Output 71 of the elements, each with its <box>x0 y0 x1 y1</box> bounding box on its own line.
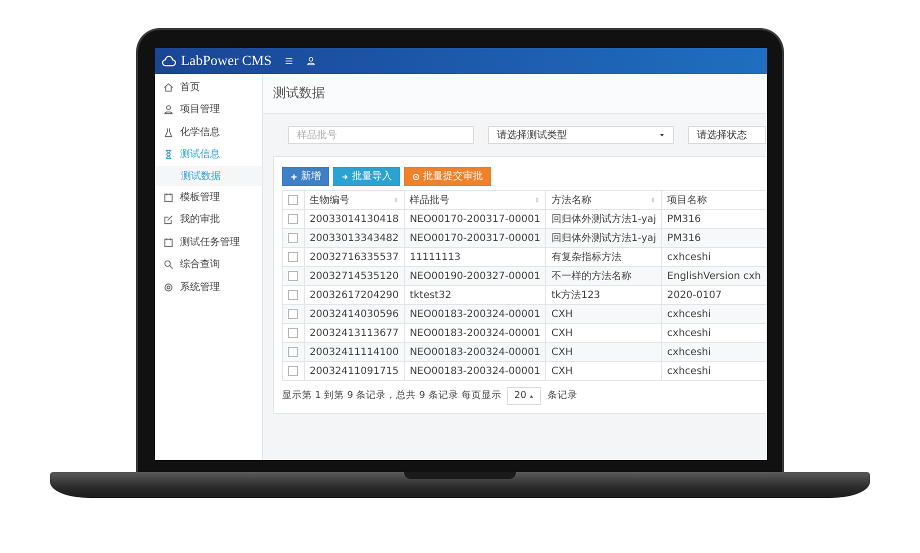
table-cell: 回归体外测试方法1-yaj <box>546 228 662 248</box>
page-title: 测试数据 <box>263 74 767 114</box>
hourglass-icon <box>163 149 174 160</box>
dropdown-field[interactable]: 请选择状态 <box>688 126 766 144</box>
sidebar-item[interactable]: 综合查询 <box>155 254 262 276</box>
page-size-dropdown[interactable]: 20 <box>507 387 542 405</box>
sidebar-item[interactable]: 测试任务管理 <box>155 231 262 254</box>
sidebar-item[interactable]: 首页 <box>155 76 262 98</box>
table-cell: NEO00183-200324-00001 <box>404 304 546 324</box>
user-icon <box>163 104 174 116</box>
toolbar-button[interactable]: 新增 <box>282 167 329 186</box>
menu-icon[interactable] <box>284 56 294 66</box>
table-cell: cxhceshi <box>662 342 766 362</box>
checkbox[interactable] <box>288 328 298 338</box>
checkbox[interactable] <box>288 252 298 262</box>
calendar-icon <box>163 192 174 203</box>
sidebar-item[interactable]: 模板管理 <box>155 186 262 208</box>
table-cell: 20032411091715 <box>304 362 404 380</box>
home-icon <box>163 82 174 93</box>
arrow-right-icon <box>341 172 349 180</box>
table-cell: 20032411114100 <box>304 342 404 362</box>
table-cell: NEO00170-200317-00001 <box>404 228 546 248</box>
table-cell: 20032414030596 <box>304 304 404 324</box>
checkbox[interactable] <box>288 290 298 300</box>
table-cell: NEO00183-200324-00001 <box>404 342 546 362</box>
table-cell: EnglishVersion cxh <box>662 266 766 286</box>
checkbox[interactable] <box>288 232 298 243</box>
column-header[interactable]: 生物编号 <box>304 190 404 210</box>
checkbox[interactable] <box>288 194 298 205</box>
table-cell: NEO00183-200324-00001 <box>404 362 546 380</box>
table-cell: cxhceshi <box>662 304 766 324</box>
table-cell: CXH <box>546 304 662 324</box>
brand-name[interactable]: LabPower CMS <box>181 50 272 72</box>
table-cell: CXH <box>546 342 662 362</box>
search-icon <box>163 259 174 270</box>
checkbox[interactable] <box>288 270 298 281</box>
calendar-icon <box>163 236 174 248</box>
plus-icon <box>290 172 298 180</box>
checkbox[interactable] <box>288 308 298 319</box>
sidebar-item[interactable]: 项目管理 <box>155 98 262 121</box>
flask-icon <box>163 126 174 138</box>
dropdown-field[interactable]: 请选择测试类型 <box>488 126 674 144</box>
sort-icon <box>392 196 399 204</box>
table-cell: NEO00190-200327-00001 <box>404 266 546 286</box>
checkbox[interactable] <box>288 214 298 224</box>
sidebar-item[interactable]: 化学信息 <box>155 121 262 144</box>
user-icon[interactable] <box>306 56 316 66</box>
pagination-summary: 显示第 1 到第 9 条记录，总共 9 条记录 每页显示 <box>282 388 502 403</box>
table-cell: 不一样的方法名称 <box>546 266 662 286</box>
sidebar-item[interactable]: 我的审批 <box>155 208 262 231</box>
settings-icon <box>163 282 174 293</box>
cloud-logo-icon <box>161 54 177 68</box>
table-cell: cxhceshi <box>662 362 766 380</box>
checkbox[interactable] <box>288 346 298 357</box>
sidebar-item[interactable]: 系统管理 <box>155 276 262 298</box>
checkbox[interactable] <box>288 366 298 376</box>
circle-minus-icon <box>412 172 420 180</box>
table-cell: CXH <box>546 362 662 380</box>
column-header[interactable]: 样品批号 <box>404 190 546 210</box>
caret-down-icon <box>659 132 665 138</box>
column-header: 项目名称 <box>662 190 766 210</box>
table-cell: 20033013343482 <box>304 228 404 248</box>
pagination-suffix: 条记录 <box>547 388 578 403</box>
sort-icon <box>534 196 540 204</box>
sample-batch-field[interactable]: 样品批号 <box>288 126 474 144</box>
column-header[interactable]: 方法名称 <box>546 190 662 210</box>
edit-icon <box>163 214 174 226</box>
table-cell: PM316 <box>662 228 766 248</box>
caret-up-icon <box>529 394 534 398</box>
table-cell: 20032714535120 <box>304 266 404 286</box>
sort-icon <box>650 196 656 204</box>
